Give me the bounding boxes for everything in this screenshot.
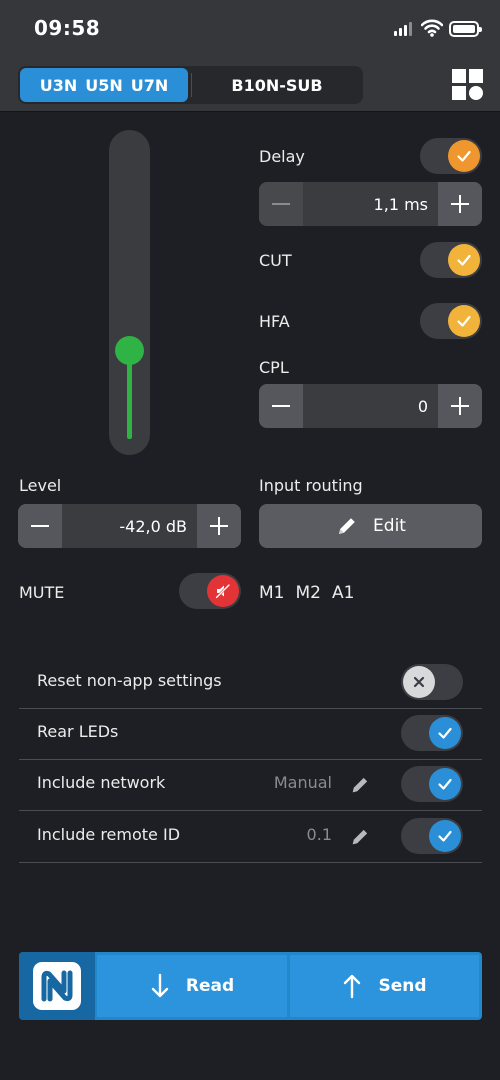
setting-row-include-network: Include network Manual <box>19 759 482 811</box>
setting-row-include-remote-id: Include remote ID 0.1 <box>19 811 482 863</box>
edit-routing-button[interactable]: Edit <box>259 504 482 548</box>
reset-toggle[interactable] <box>401 664 463 700</box>
cellular-signal-icon <box>394 22 414 36</box>
read-label: Read <box>185 976 235 996</box>
delay-decrement-button[interactable] <box>259 182 303 226</box>
wifi-icon <box>421 19 443 37</box>
level-increment-button[interactable] <box>197 504 241 548</box>
cut-label: CUT <box>259 251 292 270</box>
check-icon <box>448 140 480 172</box>
device-tabs: U3N U5N U7N B10N-SUB <box>18 66 363 104</box>
remote-id-value: 0.1 <box>306 825 332 844</box>
arrow-down-icon <box>151 973 169 998</box>
include-remote-id-toggle[interactable] <box>401 818 463 854</box>
read-button[interactable]: Read <box>97 955 287 1017</box>
status-bar: 09:58 <box>0 0 500 56</box>
setting-label: Reset non-app settings <box>37 671 222 690</box>
tab-b10n-sub[interactable]: B10N-SUB <box>193 68 361 102</box>
hfa-toggle[interactable] <box>420 303 482 339</box>
level-stepper: -42,0 dB <box>18 504 241 548</box>
check-icon <box>429 820 461 852</box>
tab-divider <box>191 73 192 97</box>
level-decrement-button[interactable] <box>18 504 62 548</box>
level-label: Level <box>19 476 62 495</box>
level-fader[interactable] <box>109 130 150 455</box>
pencil-icon[interactable] <box>349 826 371 848</box>
input-routing-label: Input routing <box>259 476 363 495</box>
check-icon <box>448 244 480 276</box>
fader-knob[interactable] <box>115 336 144 366</box>
battery-icon <box>449 21 482 37</box>
cpl-decrement-button[interactable] <box>259 384 303 428</box>
tab-label-u3n: U3N <box>39 75 78 95</box>
tab-label-u5n: U5N <box>85 75 123 95</box>
edit-label: Edit <box>373 516 406 536</box>
mute-label: MUTE <box>19 583 65 602</box>
pencil-icon[interactable] <box>349 774 371 796</box>
check-icon <box>448 305 480 337</box>
cpl-increment-button[interactable] <box>438 384 482 428</box>
setting-label: Include network <box>37 773 166 792</box>
setting-row-rear-leds: Rear LEDs <box>19 708 482 760</box>
delay-label: Delay <box>259 147 305 166</box>
cpl-stepper: 0 <box>259 384 482 428</box>
check-icon <box>429 717 461 749</box>
tab-u3n-u5n-u7n[interactable]: U3N U5N U7N <box>20 68 188 102</box>
check-icon <box>429 768 461 800</box>
app-header: U3N U5N U7N B10N-SUB <box>0 56 500 112</box>
rear-leds-toggle[interactable] <box>401 715 463 751</box>
network-mode-value: Manual <box>273 773 332 792</box>
routing-input-m2: M2 <box>295 583 321 603</box>
level-value: -42,0 dB <box>119 516 187 536</box>
routing-input-m1: M1 <box>259 583 285 603</box>
cpl-value: 0 <box>417 396 428 416</box>
status-time: 09:58 <box>34 16 101 40</box>
cpl-label: CPL <box>259 358 289 377</box>
delay-value: 1,1 ms <box>373 194 428 214</box>
hfa-label: HFA <box>259 312 290 331</box>
grid-icon[interactable] <box>452 69 484 101</box>
send-button[interactable]: Send <box>290 955 479 1017</box>
delay-increment-button[interactable] <box>438 182 482 226</box>
bottom-action-bar: Read Send <box>19 952 482 1020</box>
routing-inputs: M1 M2 A1 <box>259 583 365 603</box>
arrow-up-icon <box>344 974 361 999</box>
send-label: Send <box>378 976 427 996</box>
cut-toggle[interactable] <box>420 242 482 278</box>
setting-row-reset: Reset non-app settings <box>19 657 482 709</box>
speaker-muted-icon <box>207 575 239 607</box>
delay-stepper: 1,1 ms <box>259 182 482 226</box>
setting-label: Include remote ID <box>37 825 181 844</box>
nfc-icon <box>19 952 95 1020</box>
mute-toggle[interactable] <box>179 573 241 609</box>
include-network-toggle[interactable] <box>401 766 463 802</box>
tab-label-u7n: U7N <box>130 75 169 95</box>
pencil-icon <box>339 518 355 534</box>
setting-label: Rear LEDs <box>37 722 119 741</box>
routing-input-a1: A1 <box>331 583 355 603</box>
close-icon <box>403 666 435 698</box>
delay-toggle[interactable] <box>420 138 482 174</box>
